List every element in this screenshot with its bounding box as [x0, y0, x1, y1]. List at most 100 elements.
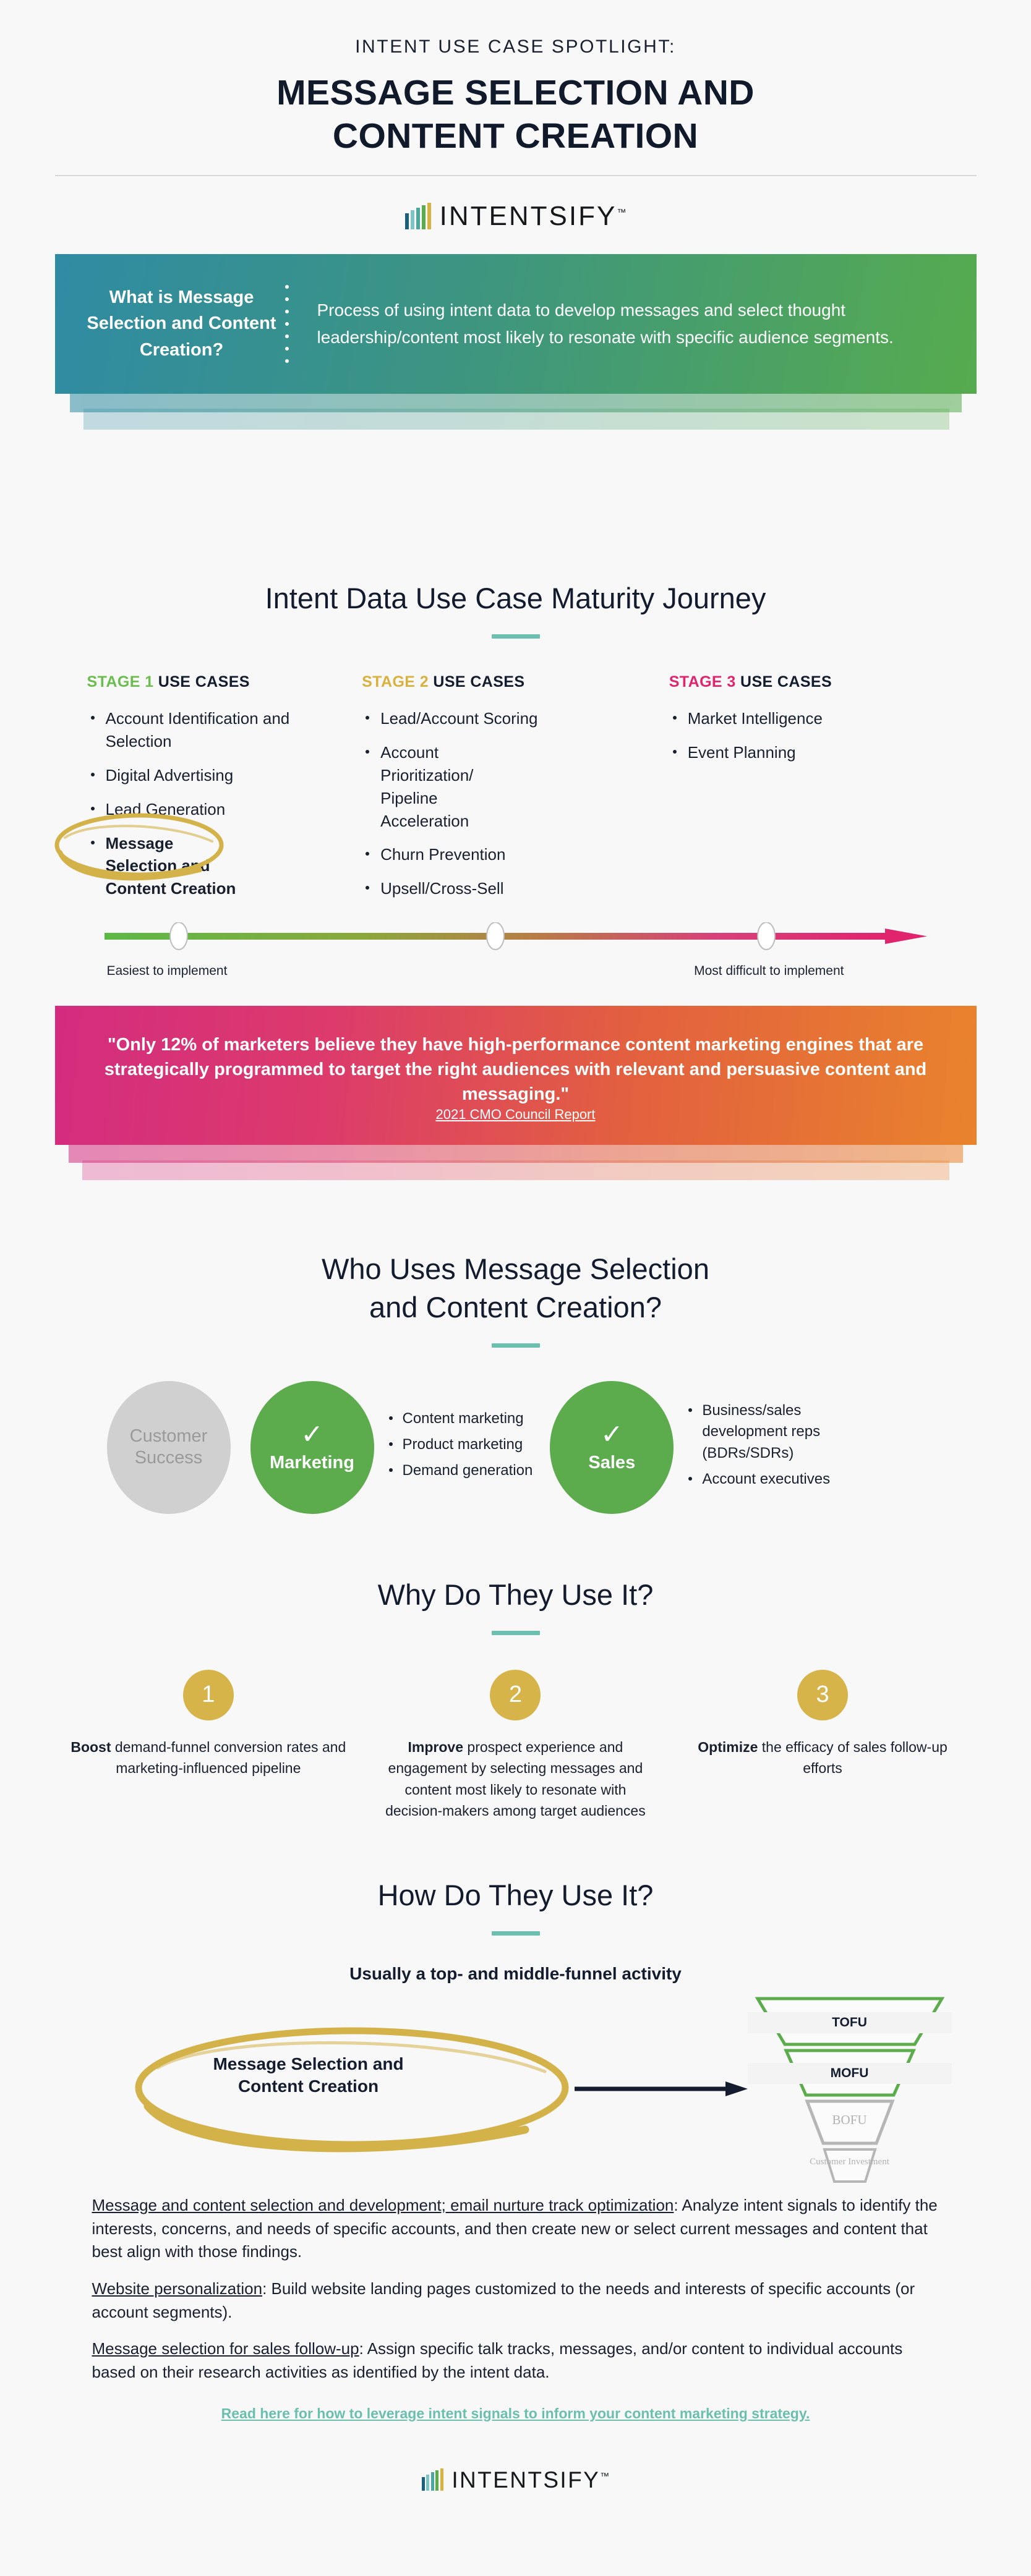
stage-3-item-0: Market Intelligence — [669, 707, 958, 730]
difficulty-scale-arrow-icon — [104, 922, 927, 951]
check-icon-sales: ✓ — [600, 1419, 623, 1450]
stage-column-2: STAGE 2 USE CASES Lead/Account Scoring A… — [362, 673, 669, 911]
logo-trademark-bottom: ™ — [600, 2471, 610, 2482]
scale-label-hardest: Most difficult to implement — [694, 964, 844, 979]
why-reason-2: 2 Improve prospect experience and engage… — [362, 1669, 669, 1822]
quote-section: "Only 12% of marketers believe they have… — [54, 1006, 977, 1181]
detail-2-lead: Website personalization — [92, 2279, 263, 2298]
stage-3-title: STAGE 3 USE CASES — [669, 673, 958, 691]
persona-sales: ✓ Sales — [550, 1380, 674, 1514]
brand-logo-bottom: INTENTSIFY™ — [0, 2467, 1031, 2493]
funnel-label-bofu: BOFU — [832, 2112, 867, 2127]
stage-1-list: Account Identification and Selection Dig… — [87, 707, 344, 900]
why-reason-2-number: 2 — [490, 1669, 541, 1720]
detail-3-lead: Message selection for sales follow-up — [92, 2339, 359, 2358]
stage-3-prefix: STAGE 3 — [669, 673, 736, 691]
stage-3-suffix: USE CASES — [735, 673, 832, 691]
detail-paragraph-1: Message and content selection and develo… — [92, 2194, 939, 2264]
who-uses-row: Customer Success ✓ Marketing Content mar… — [55, 1380, 977, 1514]
definition-dot-separator — [284, 254, 290, 394]
why-reason-2-bold: Improve — [408, 1738, 464, 1755]
funnel-diagram: Message Selection and Content Creation T… — [55, 1997, 977, 2188]
logo-bars-icon-bottom — [421, 2468, 445, 2491]
marketing-role-1: Product marketing — [387, 1434, 533, 1456]
funnel-label-customer-investment: Customer Investment — [810, 2156, 889, 2167]
how-heading: How Do They Use It? — [377, 1878, 654, 1911]
stage-3-list: Market Intelligence Event Planning — [669, 707, 958, 764]
eyebrow-text: INTENT USE CASE SPOTLIGHT: — [355, 36, 676, 57]
page-title-line-2: CONTENT CREATION — [332, 116, 699, 156]
stage-1-item-1: Digital Advertising — [87, 764, 344, 787]
how-heading-underline — [491, 1931, 540, 1936]
quote-shadow-2 — [82, 1160, 949, 1181]
marketing-role-2: Demand generation — [387, 1460, 533, 1482]
stage-2-item-0: Lead/Account Scoring — [362, 707, 651, 730]
definition-shadow-2 — [83, 408, 949, 430]
sales-role-1: Account executives — [686, 1469, 865, 1490]
stage-2-list: Lead/Account Scoring Account Prioritizat… — [362, 707, 651, 900]
why-reason-1: 1 Boost demand-funnel conversion rates a… — [55, 1669, 362, 1822]
why-reason-3: 3 Optimize the efficacy of sales follow-… — [669, 1669, 977, 1822]
why-section: Why Do They Use It? 1 Boost demand-funne… — [0, 1576, 1031, 1822]
brand-logo-top: INTENTSIFY™ — [0, 201, 1031, 232]
why-reason-3-bold: Optimize — [698, 1738, 758, 1755]
why-heading-underline — [491, 1630, 540, 1635]
page-title: MESSAGE SELECTION AND CONTENT CREATION — [0, 72, 1031, 158]
stage-columns: STAGE 1 USE CASES Account Identification… — [54, 673, 977, 911]
stage-column-1: STAGE 1 USE CASES Account Identification… — [54, 673, 362, 911]
who-uses-heading-line-2: and Content Creation? — [369, 1290, 662, 1324]
details-paragraphs: Message and content selection and develo… — [92, 2194, 939, 2422]
scale-label-easiest: Easiest to implement — [106, 964, 228, 979]
stage-2-prefix: STAGE 2 — [362, 673, 429, 691]
flow-arrow-icon — [574, 2081, 748, 2096]
why-reason-3-number: 3 — [797, 1669, 849, 1720]
quote-source-link[interactable]: 2021 CMO Council Report — [435, 1107, 595, 1122]
difficulty-scale: Easiest to implement Most difficult to i… — [104, 922, 927, 979]
detail-paragraph-2: Website personalization: Build website l… — [92, 2277, 939, 2324]
how-subheading: Usually a top- and middle-funnel activit… — [349, 1963, 682, 1983]
stage-1-prefix: STAGE 1 — [87, 673, 154, 691]
why-reason-2-text: Improve prospect experience and engageme… — [377, 1736, 654, 1822]
who-uses-heading-underline — [491, 1343, 540, 1348]
stage-1-item-2: Lead Generation — [87, 798, 344, 821]
stage-2-item-2: Churn Prevention — [362, 843, 651, 866]
definition-box: What is Message Selection and Content Cr… — [54, 253, 977, 394]
stage-1-item-0: Account Identification and Selection — [87, 707, 344, 753]
logo-wordmark: INTENTSIFY™ — [439, 201, 627, 232]
maturity-heading-underline — [491, 634, 540, 639]
sales-role-0: Business/sales development reps (BDRs/SD… — [686, 1400, 865, 1464]
check-icon-marketing: ✓ — [301, 1419, 323, 1450]
stage-1-item-3-highlighted: Message Selection and Content Creation — [87, 832, 245, 901]
persona-sales-label: Sales — [588, 1452, 636, 1473]
logo-trademark: ™ — [617, 207, 627, 218]
detail-1-lead: Message and content selection and develo… — [92, 2195, 674, 2214]
funnel-label-tofu: TOFU — [747, 2012, 952, 2033]
definition-description: Process of using intent data to develop … — [317, 300, 894, 347]
persona-marketing-label: Marketing — [270, 1452, 354, 1473]
stage-1-title: STAGE 1 USE CASES — [87, 673, 344, 691]
stage-2-suffix: USE CASES — [429, 673, 525, 691]
who-uses-heading-line-1: Who Uses Message Selection — [322, 1252, 709, 1286]
funnel-labels: TOFU MOFU BOFU Customer Investment — [747, 1996, 952, 2188]
persona-customer-success: Customer Success — [106, 1380, 231, 1514]
page-header: INTENT USE CASE SPOTLIGHT: MESSAGE SELEC… — [0, 0, 1031, 158]
difficulty-scale-labels: Easiest to implement Most difficult to i… — [105, 964, 927, 979]
maturity-section: Intent Data Use Case Maturity Journey ST… — [0, 579, 1031, 979]
who-uses-section: Who Uses Message Selection and Content C… — [55, 1250, 977, 1514]
page-title-line-1: MESSAGE SELECTION AND — [276, 73, 755, 113]
maturity-heading: Intent Data Use Case Maturity Journey — [265, 581, 766, 614]
detail-paragraph-3: Message selection for sales follow-up: A… — [92, 2337, 939, 2384]
logo-wordmark-bottom: INTENTSIFY™ — [451, 2467, 610, 2493]
why-heading: Why Do They Use It? — [377, 1578, 654, 1611]
why-reasons-row: 1 Boost demand-funnel conversion rates a… — [55, 1669, 977, 1822]
stage-1-suffix: USE CASES — [153, 673, 250, 691]
cta-link[interactable]: Read here for how to leverage intent sig… — [92, 2405, 939, 2422]
definition-section: What is Message Selection and Content Cr… — [54, 253, 977, 430]
stage-3-item-1: Event Planning — [669, 741, 958, 764]
infographic-page: INTENT USE CASE SPOTLIGHT: MESSAGE SELEC… — [0, 0, 1031, 2576]
header-divider — [54, 175, 977, 177]
marketing-roles-list: Content marketing Product marketing Dema… — [387, 1408, 533, 1486]
sales-roles-list: Business/sales development reps (BDRs/SD… — [686, 1400, 865, 1495]
why-reason-1-number: 1 — [182, 1669, 234, 1720]
funnel-label-mofu: MOFU — [747, 2062, 952, 2084]
